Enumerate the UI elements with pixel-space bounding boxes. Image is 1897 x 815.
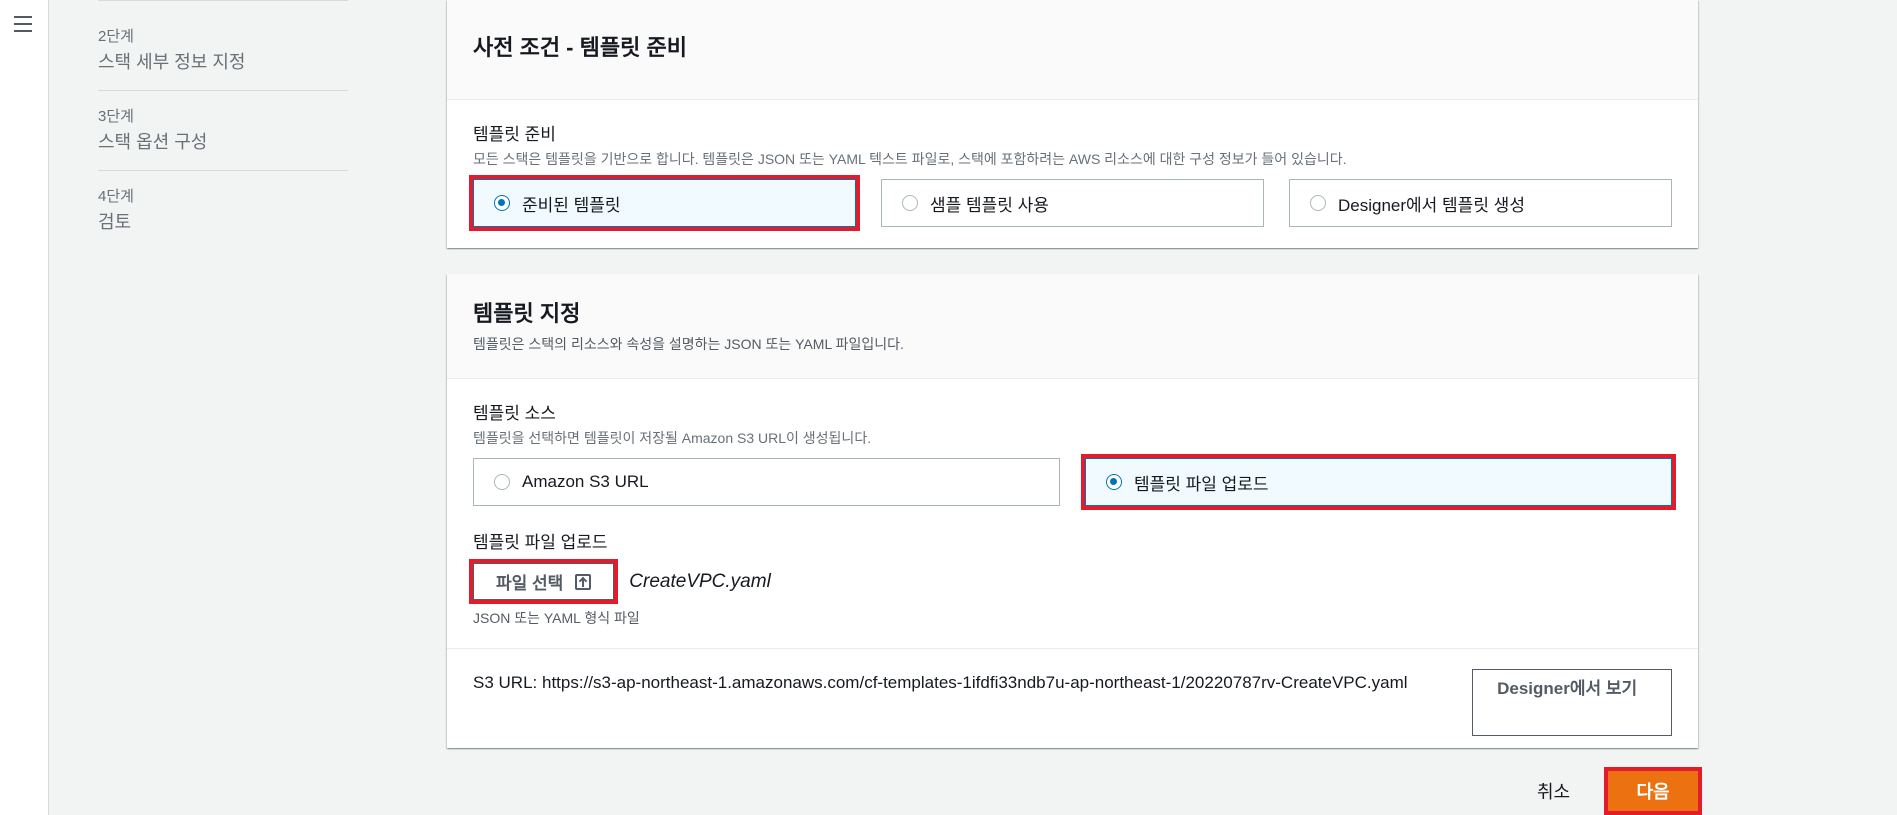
radio-icon[interactable] — [494, 474, 510, 490]
side-rail — [0, 0, 49, 815]
step-title: 검토 — [98, 212, 132, 232]
specify-title: 템플릿 지정 — [473, 301, 581, 326]
step-number: 4단계 — [98, 188, 134, 205]
s3-url-value: https://s3-ap-northeast-1.amazonaws.com/… — [541, 673, 1408, 692]
option-label: Amazon S3 URL — [522, 472, 649, 491]
menu-icon[interactable] — [14, 16, 32, 32]
radio-icon[interactable] — [1310, 195, 1326, 211]
step-2[interactable]: 2단계 스택 세부 정보 지정 — [98, 0, 348, 91]
step-number: 2단계 — [98, 28, 134, 45]
option-label: Designer에서 템플릿 생성 — [1338, 195, 1525, 215]
specify-template-panel: 템플릿 지정 템플릿은 스택의 리소스와 속성을 설명하는 JSON 또는 YA… — [447, 274, 1698, 748]
specify-desc: 템플릿은 스택의 리소스와 속성을 설명하는 JSON 또는 YAML 파일입니… — [473, 336, 904, 352]
option-designer-template[interactable]: Designer에서 템플릿 생성 — [1289, 179, 1672, 227]
option-s3-url[interactable]: Amazon S3 URL — [473, 458, 1060, 506]
step-3[interactable]: 3단계 스택 옵션 구성 — [98, 91, 348, 171]
prereq-panel: 사전 조건 - 템플릿 준비 템플릿 준비 모든 스택은 템플릿을 기반으로 합… — [447, 0, 1698, 248]
prepare-template-label: 템플릿 준비 — [473, 125, 556, 144]
selected-file-name: CreateVPC.yaml — [629, 570, 771, 592]
s3-url-text: S3 URL: https://s3-ap-northeast-1.amazon… — [473, 669, 1472, 748]
upload-icon — [575, 573, 592, 590]
radio-selected-icon[interactable] — [494, 195, 510, 211]
prereq-header: 사전 조건 - 템플릿 준비 — [447, 0, 1698, 100]
prepare-template-desc: 모든 스택은 템플릿을 기반으로 합니다. 템플릿은 JSON 또는 YAML … — [473, 151, 1347, 167]
s3-url-section: S3 URL: https://s3-ap-northeast-1.amazon… — [447, 648, 1698, 748]
option-label: 템플릿 파일 업로드 — [1134, 474, 1269, 494]
upload-label: 템플릿 파일 업로드 — [473, 533, 608, 552]
prereq-title: 사전 조건 - 템플릿 준비 — [473, 35, 687, 60]
choose-file-button[interactable]: 파일 선택 — [468, 559, 619, 604]
step-title: 스택 세부 정보 지정 — [98, 52, 246, 72]
option-label: 준비된 템플릿 — [522, 195, 621, 215]
file-chooser-row: 파일 선택 CreateVPC.yaml — [468, 559, 1672, 604]
cancel-button[interactable]: 취소 — [1537, 778, 1570, 804]
choose-file-label: 파일 선택 — [496, 574, 564, 593]
template-source-label: 템플릿 소스 — [473, 404, 556, 423]
option-upload-file[interactable]: 템플릿 파일 업로드 — [1081, 454, 1676, 510]
step-number: 3단계 — [98, 108, 134, 125]
option-sample-template[interactable]: 샘플 템플릿 사용 — [881, 179, 1264, 227]
prepare-template-options: 준비된 템플릿 샘플 템플릿 사용 Designer에서 템플릿 생성 — [469, 175, 1672, 231]
template-source-options: Amazon S3 URL 템플릿 파일 업로드 — [473, 454, 1676, 510]
radio-icon[interactable] — [902, 195, 918, 211]
s3-url-label: S3 URL: — [473, 673, 538, 692]
option-template-ready[interactable]: 준비된 템플릿 — [469, 175, 860, 231]
file-hint: JSON 또는 YAML 형식 파일 — [473, 610, 640, 626]
next-button[interactable]: 다음 — [1604, 767, 1702, 815]
radio-selected-icon[interactable] — [1106, 474, 1122, 490]
step-4[interactable]: 4단계 검토 — [98, 171, 348, 250]
template-source-desc: 템플릿을 선택하면 템플릿이 저장될 Amazon S3 URL이 생성됩니다. — [473, 430, 872, 446]
specify-header: 템플릿 지정 템플릿은 스택의 리소스와 속성을 설명하는 JSON 또는 YA… — [447, 274, 1698, 379]
view-in-designer-button[interactable]: Designer에서 보기 — [1472, 669, 1672, 736]
option-label: 샘플 템플릿 사용 — [930, 195, 1049, 215]
wizard-steps-nav: 2단계 스택 세부 정보 지정 3단계 스택 옵션 구성 4단계 검토 — [98, 0, 348, 250]
step-title: 스택 옵션 구성 — [98, 132, 208, 152]
